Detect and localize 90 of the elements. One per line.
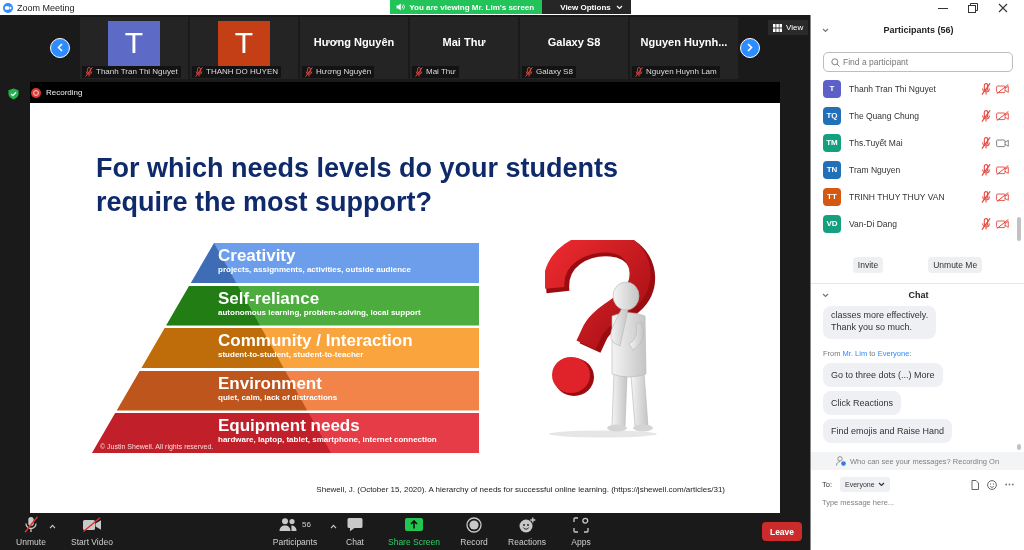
reactions-button[interactable]: Reactions — [504, 516, 550, 547]
level-title: Creativity — [218, 246, 297, 265]
previous-page-button[interactable] — [50, 37, 70, 58]
chat-message: classes more effectively. Thank you so much. — [823, 306, 937, 339]
participant-name: Thanh Tran Thi Nguyet — [849, 83, 937, 94]
level-description: hardware, laptop, tablet, smartphone, internet connection — [218, 435, 438, 445]
participant-display-name: Galaxy S8 — [547, 36, 601, 48]
invite-button[interactable]: Invite — [852, 257, 884, 273]
participant-display-name: Hương Nguyên — [313, 36, 395, 48]
citation-text: Shewell, J. (October 15, 2020). A hierarchy of needs for successful online learning. (https://jshewell.com/articles/31) — [316, 485, 725, 494]
microphone-button[interactable]: Unmute — [11, 516, 51, 547]
panel-title: Chat — [907, 290, 930, 300]
ellipsis-icon[interactable] — [1005, 483, 1014, 486]
chat-message: Find emojis and Raise Hand — [823, 419, 953, 443]
level-title: Environment — [218, 373, 323, 393]
level-description: quiet, calm, lack of distractions — [218, 392, 339, 403]
window-title: Zoom Meeting — [17, 2, 75, 13]
person-icon — [835, 456, 846, 466]
chevron-down-icon — [615, 4, 623, 10]
scrollbar-thumb[interactable] — [1017, 444, 1021, 450]
participant-avatar: TN — [823, 160, 841, 179]
caret-up-icon — [48, 523, 56, 529]
participant-name: Hương Nguyên — [316, 67, 372, 76]
share-screen-icon — [405, 518, 423, 531]
avatar-tile: T — [218, 20, 270, 66]
smiley-icon[interactable] — [987, 479, 997, 490]
chevron-right-icon — [747, 43, 753, 52]
level-description: student-to-student, student-to-teacher — [218, 350, 365, 360]
chat-bubble-icon — [347, 517, 363, 532]
record-icon — [466, 516, 482, 533]
level-description: projects, assignments, activities, outside audience — [218, 265, 412, 275]
menu-caret-button[interactable] — [328, 521, 338, 531]
file-icon[interactable] — [971, 479, 979, 490]
chevron-down-icon — [877, 482, 885, 487]
panel-title: Participants (56) — [882, 25, 955, 35]
apps-icon — [573, 516, 589, 533]
participant-name: Ths.Tuyết Mai — [849, 137, 904, 148]
leave-button[interactable]: Leave — [762, 522, 802, 541]
smiley-plus-icon — [518, 516, 536, 533]
participant-name: Van-Di Dang — [849, 218, 899, 229]
participant-name: TRINH THUY THUY VAN — [849, 191, 946, 202]
shield-check-icon — [8, 88, 19, 100]
video-button[interactable]: Start Video — [62, 516, 122, 547]
participant-avatar: TQ — [823, 106, 841, 125]
share-notice-text: You are viewing Mr. Lim's screen — [409, 2, 535, 12]
level-description: autonomous learning, problem-solving, local support — [218, 307, 422, 318]
participant-avatar: TT — [823, 187, 841, 206]
level-title: Community / Interaction — [218, 331, 414, 350]
participant-display-name: Mai Thư — [442, 36, 486, 48]
participant-avatar: VD — [823, 214, 841, 233]
participant-name: Thanh Tran Thi Nguyet — [96, 67, 178, 76]
apps-button[interactable]: Apps — [563, 516, 599, 547]
share-screen-button[interactable]: Share Screen — [384, 516, 444, 547]
participant-name: THANH DO HUYEN — [206, 67, 278, 76]
participant-name: Mai Thư — [426, 67, 456, 76]
participant-name: Nguyen Huynh Lam — [646, 67, 717, 76]
recording-label: Recording — [46, 88, 83, 97]
close-icon[interactable] — [998, 2, 1008, 13]
chevron-left-icon — [57, 43, 63, 52]
avatar-tile: T — [108, 20, 160, 66]
next-page-button[interactable] — [740, 37, 760, 58]
people-icon — [279, 518, 298, 531]
participant-name: Tram Nguyen — [849, 164, 902, 175]
participant-name: The Quang Chung — [849, 110, 920, 121]
level-title: Self-reliance — [218, 288, 321, 308]
participant-avatar: TM — [823, 133, 841, 152]
participant-avatar: T — [823, 79, 841, 98]
restore-icon[interactable] — [968, 2, 978, 13]
unmute-me-button[interactable]: Unmute Me — [928, 257, 983, 273]
participants-button[interactable]: 56 Participants — [266, 516, 324, 547]
menu-caret-button[interactable] — [47, 521, 57, 531]
participant-name: Galaxy S8 — [536, 67, 573, 76]
slide-title: For which needs levels do your students require the most support? — [96, 152, 620, 219]
search-field[interactable]: Find a participant — [823, 52, 1013, 72]
participant-display-name: Nguyen Huynh... — [640, 36, 728, 48]
grid-icon — [773, 23, 782, 32]
view-options-button[interactable]: View Options — [542, 0, 631, 14]
speaker-icon — [396, 3, 406, 11]
caret-up-icon — [329, 523, 337, 529]
chevron-down-icon — [822, 27, 829, 33]
level-title: Equipment needs — [218, 416, 361, 435]
record-button[interactable]: Record — [454, 516, 494, 547]
record-dot-icon — [31, 87, 41, 98]
search-icon — [831, 57, 840, 67]
chat-message: Go to three dots (...) More — [823, 363, 943, 387]
chat-button[interactable]: Chat — [335, 516, 375, 547]
chat-message: Click Reactions — [823, 391, 902, 415]
view-button[interactable]: View — [768, 20, 809, 35]
chevron-down-icon — [822, 292, 829, 298]
scrollbar-thumb[interactable] — [1017, 217, 1021, 241]
